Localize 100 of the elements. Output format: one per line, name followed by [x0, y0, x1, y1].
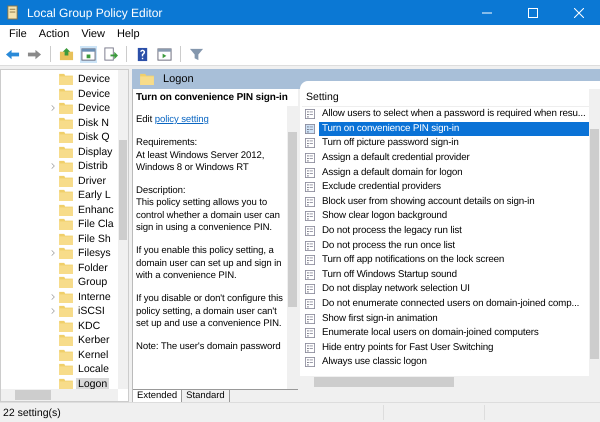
maximize-icon[interactable]	[528, 8, 538, 18]
chevron-right-icon[interactable]	[51, 105, 55, 112]
tree-item[interactable]: Group	[76, 276, 110, 288]
folder-icon	[59, 131, 73, 144]
tree-item[interactable]: Filesys	[76, 247, 113, 260]
menu-item[interactable]: View	[75, 28, 111, 40]
tree-item[interactable]: Device	[76, 102, 112, 114]
setting-row[interactable]: Assign a default domain for logon	[319, 166, 466, 180]
folder-icon	[140, 73, 154, 85]
tree-item[interactable]: Driver	[76, 174, 108, 187]
folder-icon	[59, 146, 73, 158]
export-icon[interactable]	[102, 46, 119, 62]
tree-item[interactable]: Device	[76, 73, 112, 86]
edit-label: Edit	[136, 114, 152, 125]
folder-icon	[59, 348, 73, 361]
close-icon[interactable]	[574, 8, 584, 18]
window-title: Local Group Policy Editor	[27, 6, 162, 20]
setting-row[interactable]: Block user from showing account details on sign-in	[319, 194, 538, 209]
folder-icon	[59, 276, 73, 288]
policy-icon	[305, 138, 315, 148]
setting-row[interactable]: Assign a default credential provider	[319, 151, 473, 166]
policy-icon	[305, 328, 315, 338]
setting-row[interactable]: Turn off app notifications on the lock screen	[319, 253, 508, 268]
folder-up-icon[interactable]	[58, 46, 75, 62]
description-paragraph: Description: This policy setting allows you to control whether a domain user can sign in using a convenience PIN.	[136, 185, 281, 234]
menu-item[interactable]: Action	[32, 28, 76, 40]
policy-icon	[305, 240, 315, 251]
setting-row[interactable]: Always use classic logon	[319, 355, 430, 370]
tree-item[interactable]: Display	[76, 146, 114, 158]
folder-icon	[59, 88, 73, 100]
policy-icon	[305, 270, 315, 280]
horizontal-scrollbar[interactable]	[1, 389, 118, 401]
chevron-right-icon[interactable]	[51, 250, 55, 256]
tree-item[interactable]: Early L	[76, 189, 113, 202]
policy-icon	[305, 196, 315, 207]
window-play-icon[interactable]	[156, 46, 173, 62]
description-paragraph: If you disable or don't configure this policy setting, a domain user can't set up and use a convenience PIN.	[136, 293, 284, 330]
folder-icon	[59, 247, 73, 260]
chevron-right-icon[interactable]	[51, 308, 55, 314]
tree-item[interactable]: Enhanc	[76, 204, 116, 216]
folder-icon	[59, 232, 73, 245]
setting-row[interactable]: Show clear logon background	[319, 209, 450, 224]
folder-icon	[59, 174, 73, 187]
tree-item[interactable]: File Sh	[76, 232, 113, 245]
tree-item[interactable]: iSCSI	[76, 305, 107, 318]
vertical-scrollbar[interactable]	[287, 106, 298, 389]
policy-icon	[305, 124, 315, 134]
policy-icon	[305, 168, 315, 178]
setting-row[interactable]: Do not display network selection UI	[319, 282, 473, 296]
policy-icon	[305, 299, 315, 310]
folder-icon	[59, 73, 73, 86]
policy-icon	[305, 342, 315, 353]
column-header[interactable]: Setting	[302, 89, 589, 107]
tree-item[interactable]: Device	[76, 88, 112, 100]
tree-item[interactable]: KDC	[76, 320, 102, 332]
policy-icon	[305, 255, 315, 266]
vertical-scrollbar[interactable]	[589, 89, 600, 376]
setting-row[interactable]: Do not process the run once list	[319, 238, 458, 253]
tree-item[interactable]: Locale	[76, 363, 111, 376]
tree-item[interactable]: Kerber	[76, 334, 112, 346]
chevron-right-icon[interactable]	[51, 163, 55, 170]
vertical-scrollbar[interactable]	[118, 70, 128, 389]
policy-icon	[305, 211, 315, 222]
folder-icon	[59, 116, 73, 129]
menu-item[interactable]: Help	[110, 28, 146, 40]
setting-row[interactable]: Exclude credential providers	[319, 180, 444, 194]
folder-icon	[59, 305, 73, 318]
setting-row[interactable]: Enumerate local users on domain-joined computers	[319, 326, 542, 340]
setting-row[interactable]: Turn on convenience PIN sign-in	[319, 122, 589, 136]
description-paragraph: Requirements: At least Windows Server 2012, Windows 8 or Windows RT	[136, 137, 266, 174]
policy-icon	[305, 284, 315, 294]
tree-item[interactable]: Folder	[76, 262, 110, 274]
view-tab[interactable]: Standard	[182, 390, 230, 402]
tree-item[interactable]: Disk N	[76, 116, 111, 129]
folder-icon	[59, 334, 73, 346]
folder-icon	[59, 189, 73, 202]
setting-row[interactable]: Hide entry points for Fast User Switching	[319, 340, 496, 355]
description-paragraph: Note: The user's domain password	[136, 341, 282, 354]
chevron-right-icon[interactable]	[51, 294, 55, 300]
setting-row[interactable]: Do not process the legacy run list	[319, 224, 465, 238]
setting-row[interactable]: Do not enumerate connected users on domain-joined comp...	[319, 297, 582, 312]
tree-item[interactable]: Kernel	[76, 348, 110, 361]
menu-item[interactable]: File	[3, 28, 33, 40]
tree-item[interactable]: File Cla	[76, 218, 116, 230]
setting-row[interactable]: Show first sign-in animation	[319, 312, 441, 326]
tree-item[interactable]: Distrib	[76, 160, 110, 172]
folder-icon	[59, 320, 73, 332]
pane-toggle-icon[interactable]	[80, 46, 97, 62]
setting-row[interactable]: Allow users to select when a password is required when resu...	[319, 107, 589, 122]
policy-icon	[305, 182, 315, 192]
setting-row[interactable]: Turn off Windows Startup sound	[319, 268, 460, 282]
folder-icon	[59, 290, 73, 303]
tree-item[interactable]: Logon	[76, 378, 110, 390]
tree-item[interactable]: Interne	[76, 290, 113, 303]
policy-icon	[305, 357, 315, 368]
policy-icon	[305, 109, 315, 120]
view-tab[interactable]: Extended	[133, 390, 182, 402]
policy-setting-link[interactable]: policy setting	[154, 114, 209, 125]
tree-item[interactable]: Disk Q	[76, 131, 112, 144]
setting-row[interactable]: Turn off picture password sign-in	[319, 136, 462, 150]
